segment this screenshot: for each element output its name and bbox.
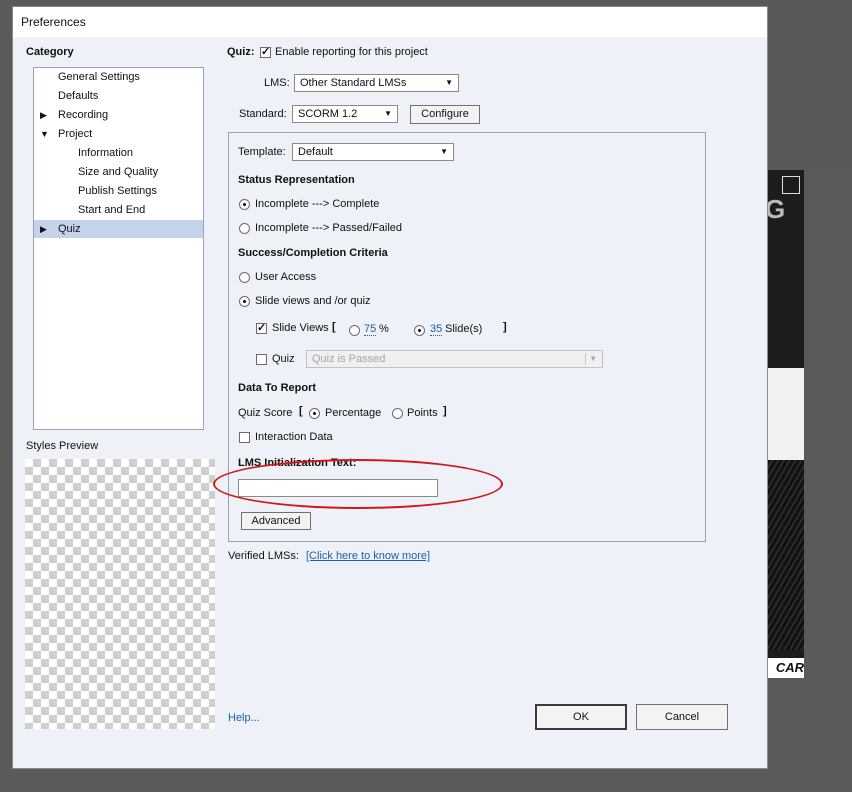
category-header: Category (26, 46, 74, 58)
close-bracket: ] (503, 321, 507, 333)
score-close-bracket: ] (443, 405, 447, 417)
category-item-label: Project (58, 128, 93, 140)
lms-select[interactable]: Other Standard LMSs ▼ (294, 74, 459, 92)
category-item-label: Size and Quality (78, 166, 159, 178)
template-label: Template: (238, 146, 286, 158)
background-band (768, 368, 804, 460)
background-image: G CAR (768, 170, 804, 678)
category-item-project[interactable]: ▼ Project (34, 125, 203, 143)
category-item-information[interactable]: Information (34, 144, 203, 162)
collapse-triangle-icon[interactable]: ▼ (40, 125, 49, 143)
category-item-start-and-end[interactable]: Start and End (34, 201, 203, 219)
lms-select-value: Other Standard LMSs (300, 77, 407, 89)
score-open-bracket: [ (299, 405, 303, 417)
advanced-button[interactable]: Advanced (241, 512, 311, 530)
quiz-passed-select: Quiz is Passed ▼ (306, 350, 603, 368)
open-bracket: [ (332, 321, 336, 333)
slide-views-checkbox[interactable] (256, 321, 267, 334)
quiz-passed-select-value: Quiz is Passed (312, 353, 386, 365)
category-item-publish-settings[interactable]: Publish Settings (34, 182, 203, 200)
data-to-report-heading: Data To Report (238, 382, 317, 394)
lms-label: LMS: (264, 77, 290, 89)
category-item-label: Publish Settings (78, 185, 157, 197)
category-item-quiz[interactable]: ▶ Quiz (34, 220, 203, 238)
chevron-down-icon: ▼ (440, 147, 448, 156)
preferences-dialog: Preferences Category General Settings De… (12, 6, 768, 769)
standard-select-value: SCORM 1.2 (298, 108, 358, 120)
slides-unit: Slide(s) (445, 323, 483, 335)
status-passed-failed-label: Incomplete ---> Passed/Failed (255, 222, 403, 234)
title-bar[interactable]: Preferences (13, 7, 767, 37)
percent-unit: % (379, 323, 389, 335)
template-select-value: Default (298, 146, 333, 158)
enable-reporting-checkbox[interactable] (260, 45, 271, 58)
expand-triangle-icon[interactable]: ▶ (40, 220, 47, 238)
category-item-label: General Settings (58, 71, 140, 83)
category-item-label: Information (78, 147, 134, 159)
category-item-general-settings[interactable]: General Settings (34, 68, 203, 86)
percentage-radio[interactable] (309, 408, 320, 419)
category-item-label: Start and End (78, 204, 146, 216)
template-select[interactable]: Default ▼ (292, 143, 454, 161)
category-item-label: Defaults (58, 90, 99, 102)
cancel-button[interactable]: Cancel (636, 704, 728, 730)
slide-views-quiz-label: Slide views and /or quiz (255, 295, 371, 307)
chevron-down-icon: ▼ (384, 109, 392, 118)
interaction-data-label: Interaction Data (255, 431, 333, 443)
background-pattern (768, 460, 804, 650)
percentage-label: Percentage (325, 407, 382, 419)
quiz-label: Quiz: (227, 46, 255, 58)
quiz-option-label: Quiz (272, 353, 295, 365)
category-item-defaults[interactable]: Defaults (34, 87, 203, 105)
category-item-label: Quiz (58, 223, 81, 235)
enable-reporting-label: Enable reporting for this project (275, 46, 428, 58)
quiz-score-label: Quiz Score (238, 407, 293, 419)
points-label: Points (407, 407, 438, 419)
chevron-down-icon: ▼ (589, 354, 597, 363)
verified-lms-link[interactable]: [Click here to know more] (306, 550, 430, 562)
verified-lms-label: Verified LMSs: (228, 550, 299, 562)
slide-views-quiz-radio[interactable] (239, 296, 250, 307)
points-radio[interactable] (392, 408, 403, 419)
status-complete-label: Incomplete ---> Complete (255, 198, 380, 210)
help-link[interactable]: Help... (228, 712, 260, 724)
background-corner-icon (782, 176, 800, 194)
slides-value[interactable]: 35 (430, 323, 443, 336)
category-list: General Settings Defaults ▶ Recording ▼ … (33, 67, 204, 430)
status-representation-heading: Status Representation (238, 174, 355, 186)
expand-triangle-icon[interactable]: ▶ (40, 106, 47, 124)
select-separator (585, 353, 586, 365)
percent-value[interactable]: 75 (364, 323, 377, 336)
dialog-title: Preferences (21, 15, 86, 29)
percent-radio[interactable] (349, 325, 360, 336)
styles-preview-label: Styles Preview (26, 440, 99, 452)
slides-radio[interactable] (414, 325, 425, 336)
status-complete-radio[interactable] (239, 199, 250, 210)
user-access-radio[interactable] (239, 272, 250, 283)
red-highlight-annotation (213, 459, 503, 509)
category-item-size-and-quality[interactable]: Size and Quality (34, 163, 203, 181)
user-access-label: User Access (255, 271, 317, 283)
slide-views-label: Slide Views (272, 322, 329, 334)
background-letter: G (768, 194, 786, 224)
status-passed-failed-radio[interactable] (239, 223, 250, 234)
category-item-label: Recording (58, 109, 109, 121)
background-logo: CAR (768, 658, 804, 678)
success-criteria-heading: Success/Completion Criteria (238, 247, 388, 259)
chevron-down-icon: ▼ (445, 78, 453, 87)
interaction-data-checkbox[interactable] (239, 432, 250, 443)
configure-button[interactable]: Configure (410, 105, 480, 124)
styles-preview-area (25, 459, 215, 729)
ok-button[interactable]: OK (535, 704, 627, 730)
background-area (768, 0, 852, 170)
quiz-option-checkbox[interactable] (256, 354, 267, 365)
standard-label: Standard: (239, 108, 287, 120)
category-item-recording[interactable]: ▶ Recording (34, 106, 203, 124)
standard-select[interactable]: SCORM 1.2 ▼ (292, 105, 398, 123)
